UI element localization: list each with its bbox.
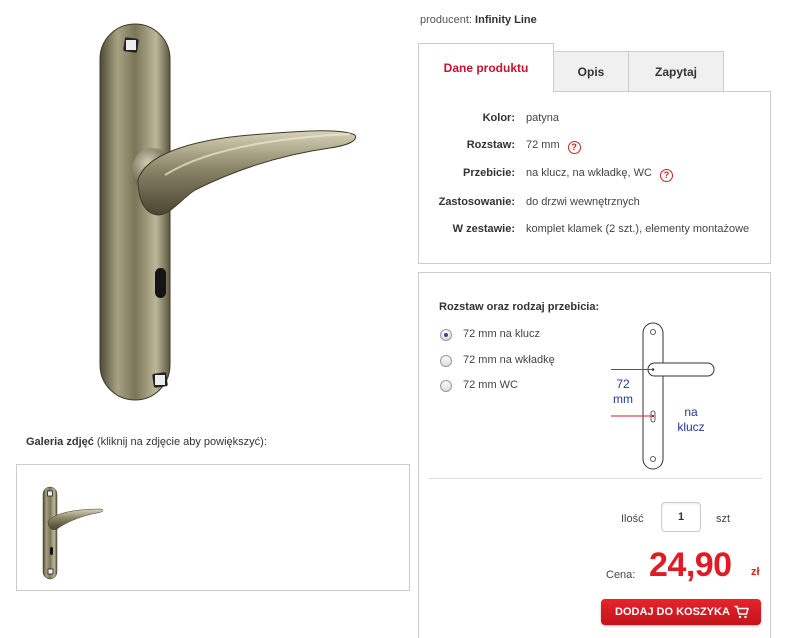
gallery-box bbox=[16, 464, 410, 591]
add-to-cart-button[interactable]: DODAJ DO KOSZYKA bbox=[601, 599, 761, 625]
producer-line: producent: Infinity Line bbox=[420, 14, 537, 26]
price-label: Cena: bbox=[606, 569, 636, 581]
config-title: Rozstaw oraz rodzaj przebicia: bbox=[439, 301, 600, 313]
price-currency: zł bbox=[751, 566, 760, 578]
product-details-panel: Kolor: patyna Rozstaw: 72 mm? Przebicie:… bbox=[418, 91, 771, 264]
detail-label: Rozstaw: bbox=[466, 139, 515, 151]
detail-row-spacing: Rozstaw: 72 mm? bbox=[419, 139, 769, 157]
spacing-label: 72 mm bbox=[613, 377, 633, 406]
cart-icon bbox=[734, 605, 749, 619]
detail-label: Kolor: bbox=[482, 112, 515, 124]
detail-value: komplet klamek (2 szt.), elementy montaż… bbox=[526, 223, 750, 235]
variant-config-panel: Rozstaw oraz rodzaj przebicia: 72 mm na … bbox=[418, 272, 771, 638]
radio-button[interactable] bbox=[440, 329, 452, 341]
tabs: Dane produktu Opis Zapytaj bbox=[418, 43, 770, 92]
producer-name: Infinity Line bbox=[475, 14, 537, 26]
quantity-input[interactable]: 1 bbox=[661, 502, 701, 532]
detail-value: na klucz, na wkładkę, WC bbox=[526, 167, 652, 179]
detail-row-contents: W zestawie: komplet klamek (2 szt.), ele… bbox=[419, 223, 769, 241]
detail-value: do drzwi wewnętrznych bbox=[526, 196, 640, 208]
quantity-unit: szt bbox=[716, 513, 731, 525]
help-icon[interactable]: ? bbox=[659, 169, 673, 182]
quantity-label: Ilość bbox=[621, 513, 644, 525]
radio-button[interactable] bbox=[440, 380, 452, 392]
detail-label: W zestawie: bbox=[452, 223, 515, 235]
help-icon[interactable]: ? bbox=[567, 141, 581, 154]
tab-product-details[interactable]: Dane produktu bbox=[418, 43, 554, 92]
detail-value: 72 mm bbox=[526, 139, 560, 151]
detail-row-color: Kolor: patyna bbox=[419, 112, 769, 130]
cutout-type-label: na klucz bbox=[677, 405, 705, 434]
divider bbox=[429, 478, 762, 479]
detail-label: Zastosowanie: bbox=[438, 196, 515, 208]
price-value: 24,90 bbox=[649, 546, 732, 584]
detail-value: patyna bbox=[526, 112, 560, 124]
detail-row-application: Zastosowanie: do drzwi wewnętrznych bbox=[419, 196, 769, 214]
spacing-diagram: 72 mm na klucz bbox=[591, 321, 741, 476]
product-main-image[interactable] bbox=[20, 10, 400, 420]
radio-button[interactable] bbox=[440, 355, 452, 367]
detail-label: Przebicie: bbox=[463, 167, 515, 179]
gallery-title: Galeria zdjęć (kliknij na zdjęcie aby po… bbox=[26, 436, 267, 448]
tab-description[interactable]: Opis bbox=[553, 51, 629, 91]
detail-row-cutout: Przebicie: na klucz, na wkładkę, WC? bbox=[419, 167, 769, 185]
gallery-thumbnail[interactable] bbox=[35, 481, 121, 581]
tab-ask[interactable]: Zapytaj bbox=[628, 51, 724, 91]
add-to-cart-label: DODAJ DO KOSZYKA bbox=[615, 606, 730, 618]
